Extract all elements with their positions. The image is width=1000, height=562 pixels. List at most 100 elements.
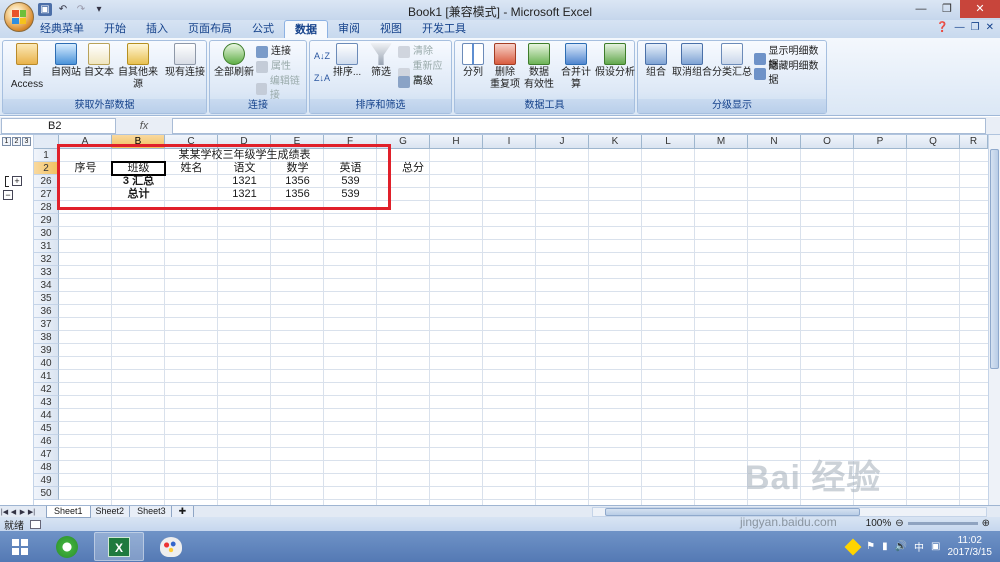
clock[interactable]: 11:02 2017/3/15: [948, 535, 993, 559]
undo-icon[interactable]: ↶: [56, 3, 70, 16]
column-header-m[interactable]: M: [695, 135, 748, 149]
tab-page-layout[interactable]: 页面布局: [178, 20, 242, 38]
tab-review[interactable]: 审阅: [328, 20, 370, 38]
next-sheet-icon[interactable]: ▶: [18, 508, 27, 516]
sheet-tab-2[interactable]: Sheet2: [87, 505, 133, 518]
insert-function-icon[interactable]: fx: [140, 120, 149, 132]
ime-indicator[interactable]: 中: [914, 539, 924, 554]
network-icon[interactable]: ▮: [882, 541, 888, 552]
filter-button[interactable]: 筛选: [366, 43, 396, 79]
taskbar-paint[interactable]: [146, 532, 196, 561]
tab-developer[interactable]: 开发工具: [412, 20, 476, 38]
outline-collapse-icon[interactable]: −: [3, 190, 13, 200]
redo-icon[interactable]: ↷: [74, 3, 88, 16]
restore-icon[interactable]: ❐: [934, 0, 960, 18]
notification-icon[interactable]: ▣: [931, 541, 940, 552]
sheet-tab-3[interactable]: Sheet3: [129, 505, 174, 518]
row-header-46[interactable]: 46: [34, 435, 59, 448]
ribbon-close-icon[interactable]: ✕: [986, 22, 994, 33]
row-header-44[interactable]: 44: [34, 409, 59, 422]
row-header-49[interactable]: 49: [34, 474, 59, 487]
taskbar-browser[interactable]: [42, 532, 92, 561]
advanced-button[interactable]: 高级: [398, 75, 433, 89]
vertical-scrollbar[interactable]: [988, 135, 1000, 505]
row-header-38[interactable]: 38: [34, 331, 59, 344]
row-header-1[interactable]: 1: [34, 149, 59, 162]
save-icon[interactable]: ▣: [38, 3, 52, 16]
last-sheet-icon[interactable]: ▶|: [27, 508, 36, 516]
subtotal-button[interactable]: 分类汇总: [712, 43, 752, 79]
row-header-35[interactable]: 35: [34, 292, 59, 305]
tab-insert[interactable]: 插入: [136, 20, 178, 38]
tab-view[interactable]: 视图: [370, 20, 412, 38]
row-header-43[interactable]: 43: [34, 396, 59, 409]
consolidate-button[interactable]: 合并计算: [557, 43, 595, 91]
row-header-48[interactable]: 48: [34, 461, 59, 474]
outline-level-3[interactable]: 3: [22, 137, 31, 146]
macro-record-icon[interactable]: [30, 519, 41, 529]
volume-icon[interactable]: 🔊: [895, 541, 907, 552]
column-header-h[interactable]: H: [430, 135, 483, 149]
vertical-scroll-thumb[interactable]: [990, 149, 999, 369]
from-access-button[interactable]: 自 Access: [6, 43, 48, 91]
outline-expand-icon[interactable]: +: [12, 176, 22, 186]
tray-app-icon[interactable]: [844, 538, 862, 555]
row-header-26[interactable]: 26: [34, 175, 59, 188]
prev-sheet-icon[interactable]: ◀: [9, 508, 18, 516]
insert-sheet-icon[interactable]: ✚: [170, 505, 195, 518]
first-sheet-icon[interactable]: |◀: [0, 508, 9, 516]
column-header-q[interactable]: Q: [907, 135, 960, 149]
office-button[interactable]: [4, 2, 34, 32]
column-header-o[interactable]: O: [801, 135, 854, 149]
tab-home[interactable]: 开始: [94, 20, 136, 38]
connections-button[interactable]: 连接: [256, 45, 291, 59]
outline-level-1[interactable]: 1: [2, 137, 11, 146]
row-header-29[interactable]: 29: [34, 214, 59, 227]
customize-qat-icon[interactable]: ▾: [92, 3, 106, 16]
row-header-50[interactable]: 50: [34, 487, 59, 500]
row-header-39[interactable]: 39: [34, 344, 59, 357]
group-button[interactable]: 组合: [641, 43, 671, 79]
column-header-l[interactable]: L: [642, 135, 695, 149]
column-header-i[interactable]: I: [483, 135, 536, 149]
row-header-41[interactable]: 41: [34, 370, 59, 383]
ribbon-restore-icon[interactable]: ❐: [971, 22, 980, 33]
hide-detail-button[interactable]: 隐藏明细数据: [754, 60, 826, 88]
start-button[interactable]: [0, 531, 40, 562]
zoom-in-icon[interactable]: ⊕: [982, 518, 990, 529]
column-header-j[interactable]: J: [536, 135, 589, 149]
row-header-37[interactable]: 37: [34, 318, 59, 331]
sort-za-icon[interactable]: Z↓A: [314, 71, 330, 85]
row-header-47[interactable]: 47: [34, 448, 59, 461]
existing-connections-button[interactable]: 现有连接: [165, 43, 205, 79]
zoom-out-icon[interactable]: ⊖: [895, 518, 903, 529]
row-header-27[interactable]: 27: [34, 188, 59, 201]
text-to-columns-button[interactable]: 分列: [458, 43, 488, 79]
close-icon[interactable]: ✕: [960, 0, 1000, 18]
ribbon-minimize-icon[interactable]: —: [955, 22, 965, 33]
column-header-k[interactable]: K: [589, 135, 642, 149]
taskbar-excel[interactable]: X: [94, 532, 144, 561]
zoom-slider[interactable]: [907, 522, 978, 525]
flag-icon[interactable]: ⚑: [866, 541, 875, 552]
zoom-level[interactable]: 100%: [866, 518, 892, 529]
row-header-33[interactable]: 33: [34, 266, 59, 279]
row-header-36[interactable]: 36: [34, 305, 59, 318]
tab-classic-menu[interactable]: 经典菜单: [30, 20, 94, 38]
column-header-r[interactable]: R: [960, 135, 988, 149]
what-if-analysis-button[interactable]: 假设分析: [595, 43, 635, 79]
from-text-button[interactable]: 自文本: [83, 43, 115, 79]
remove-duplicates-button[interactable]: 删除 重复项: [489, 43, 521, 91]
sort-az-icon[interactable]: A↓Z: [314, 49, 330, 63]
row-header-32[interactable]: 32: [34, 253, 59, 266]
formula-input[interactable]: [172, 117, 986, 134]
tab-data[interactable]: 数据: [284, 20, 328, 38]
clear-button[interactable]: 清除: [398, 45, 433, 59]
minimize-icon[interactable]: —: [908, 0, 934, 18]
column-header-n[interactable]: N: [748, 135, 801, 149]
name-box[interactable]: B2: [1, 117, 116, 134]
outline-level-2[interactable]: 2: [12, 137, 21, 146]
sheet-tab-1[interactable]: Sheet1: [46, 505, 91, 518]
select-all-corner[interactable]: [34, 135, 59, 149]
row-header-34[interactable]: 34: [34, 279, 59, 292]
